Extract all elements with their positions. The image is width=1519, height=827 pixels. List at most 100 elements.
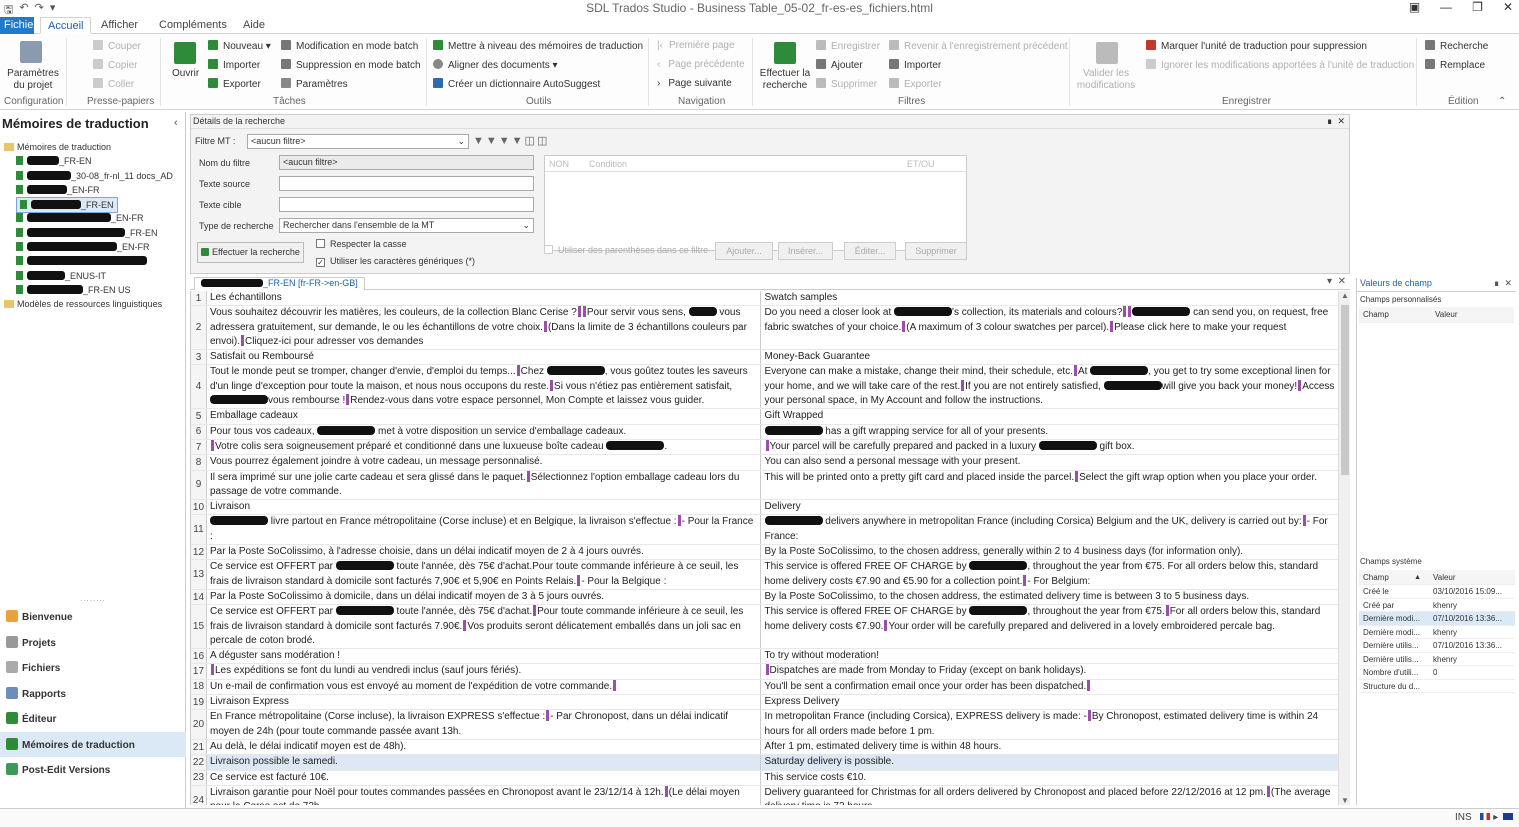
source-segment[interactable]: Il sera imprimé sur une jolie carte cade… <box>207 470 761 500</box>
tree-item[interactable] <box>4 254 184 268</box>
pane-pin-icons[interactable]: ∎ ✕ <box>1494 278 1512 289</box>
autosuggest-button[interactable]: Créer un dictionnaire AutoSuggest <box>433 78 600 91</box>
nav-projects[interactable]: Projets <box>0 630 186 656</box>
save-filter-button[interactable]: Enregistrer <box>816 40 880 53</box>
tu-row[interactable]: 13 Ce service est OFFERT par toute l'anné… <box>191 560 1338 590</box>
system-field-row[interactable]: Structure du d... <box>1359 680 1515 693</box>
source-segment[interactable]: Par la Poste SoColissimo à domicile, dan… <box>207 589 761 605</box>
tu-row[interactable]: 20 En France métropolitaine (Corse inclus… <box>191 710 1338 740</box>
tu-row[interactable]: 21 Au delà, le délai indicatif moyen est … <box>191 739 1338 756</box>
tu-row[interactable]: 1 Les échantillons Swatch samples <box>191 291 1338 307</box>
tu-row[interactable]: 6 Pour tous vos cadeaux, met à votre disp… <box>191 424 1339 440</box>
system-field-row[interactable]: Dernière utilis... khenry <box>1359 653 1515 666</box>
tu-row[interactable]: 23 Ce service est facturé 10€. This servic… <box>191 770 1339 786</box>
source-segment[interactable]: Satisfait ou Remboursé <box>207 350 761 365</box>
tab-help[interactable]: Aide <box>236 17 272 34</box>
pane-pin-icons[interactable]: ∎ ✕ <box>1327 116 1345 127</box>
tree-item[interactable]: _EN-FR <box>4 183 184 197</box>
system-field-row[interactable]: Dernière modi... khenry <box>1359 626 1515 639</box>
close-button[interactable]: ✕ <box>1503 0 1513 14</box>
ignore-changes-button[interactable]: Ignorer les modifications apportées à l'… <box>1146 59 1414 72</box>
source-segment[interactable]: Tout le monde peut se tromper, changer d… <box>207 365 761 409</box>
target-segment[interactable]: Dispatches are made from Monday to Frida… <box>761 664 1339 678</box>
tab-home[interactable]: Accueil <box>40 17 92 34</box>
target-segment[interactable]: This service costs €10. <box>761 771 1339 785</box>
run-search-small-button[interactable]: Effectuer la recherche <box>197 242 304 263</box>
source-segment[interactable]: Ce service est facturé 10€. <box>207 770 761 785</box>
source-segment[interactable]: Livraison garantie pour Noël pour toutes… <box>207 785 761 805</box>
source-segment[interactable]: En France métropolitaine (Corse incluse)… <box>207 710 761 739</box>
copy-button[interactable]: Copier <box>93 59 137 72</box>
validate-changes-button[interactable]: Valider les modifications <box>1074 68 1138 92</box>
help-icon[interactable]: ▣ <box>1409 0 1420 14</box>
source-segment[interactable]: A déguster sans modération ! <box>207 649 761 664</box>
source-segment[interactable]: livre partout en France métropolitaine (… <box>207 515 761 545</box>
next-page-button[interactable]: › Page suivante <box>657 78 732 90</box>
tu-row[interactable]: 5 Emballage cadeaux Gift Wrapped <box>191 409 1338 425</box>
tree-lrt[interactable]: Modèles de ressources linguistiques <box>4 297 184 311</box>
tu-row[interactable]: 19 Livraison Express Express Delivery <box>191 695 1338 711</box>
source-segment[interactable]: Ce service est OFFERT par toute l'année,… <box>207 560 761 589</box>
tu-row[interactable]: 14 Par la Poste SoColissimo à domicile, d… <box>191 589 1339 606</box>
parentheses-checkbox[interactable]: Utiliser des parenthèses dans ce filtre <box>544 245 708 255</box>
revert-record-button[interactable]: Revenir à l'enregistrement précédent <box>889 40 1068 53</box>
system-field-row[interactable]: Créé par khenry <box>1359 599 1515 612</box>
system-field-row[interactable]: Dernière modi... 07/10/2016 13:36... <box>1359 612 1515 626</box>
tab-addins[interactable]: Compléments <box>152 17 234 34</box>
target-segment[interactable]: has a gift wrapping service for all of y… <box>761 425 1339 439</box>
tu-row[interactable]: 2 Vous souhaitez découvrir les matières, … <box>191 306 1338 351</box>
tu-row[interactable]: 24 Livraison garantie pour Noël pour tout… <box>191 785 1338 805</box>
project-settings-button[interactable]: Paramètres du projet <box>6 68 60 92</box>
source-segment[interactable]: Au delà, le délai indicatif moyen est de… <box>207 739 761 755</box>
sort-asc-icon[interactable]: ▲ <box>1414 570 1421 584</box>
tm-editor-tab[interactable]: _FR-EN [fr-FR->en-GB] <box>194 277 365 290</box>
nav-translation-memories[interactable]: Mémoires de traduction <box>0 731 186 757</box>
target-segment[interactable]: This will be printed onto a pretty gift … <box>761 470 1339 500</box>
nav-files[interactable]: Fichiers <box>0 655 186 681</box>
target-segment[interactable]: Saturday delivery is possible. <box>761 755 1339 769</box>
minimize-button[interactable]: — <box>1440 0 1452 14</box>
system-field-row[interactable]: Dernière utilis... 07/10/2016 13:36... <box>1359 639 1515 653</box>
add-filter-button[interactable]: Ajouter <box>816 59 863 72</box>
source-segment[interactable]: Livraison <box>207 500 761 515</box>
source-segment[interactable]: Vous souhaitez découvrir les matières, l… <box>207 306 761 350</box>
find-button[interactable]: Recherche <box>1425 40 1488 53</box>
tab-view[interactable]: Afficher <box>94 17 145 34</box>
run-search-button[interactable]: Effectuer la recherche <box>759 68 811 92</box>
tree-item[interactable]: _EN-FR <box>4 240 184 254</box>
open-button[interactable]: Ouvrir <box>172 68 199 80</box>
source-segment[interactable]: Un e-mail de confirmation vous est envoy… <box>207 679 761 695</box>
previous-page-button[interactable]: ‹ Page précédente <box>657 59 745 71</box>
add-condition-button[interactable]: Ajouter... <box>715 242 773 260</box>
new-button[interactable]: Nouveau ▾ <box>208 40 271 53</box>
match-case-checkbox[interactable]: Respecter la casse <box>316 239 407 249</box>
tree-item[interactable]: _FR-EN US <box>4 283 184 297</box>
target-segment[interactable]: By la Poste SoColissimo, to the chosen a… <box>761 590 1339 604</box>
nav-post-edit-versions[interactable]: Post-Edit Versions <box>0 757 186 783</box>
upgrade-tm-button[interactable]: Mettre à niveau des mémoires de traducti… <box>433 40 643 53</box>
target-segment[interactable]: By la Poste SoColissimo, to the chosen a… <box>761 545 1339 559</box>
tree-item[interactable]: _ENUS-IT <box>4 269 184 283</box>
filter-select[interactable]: <aucun filtre> ⌄ <box>247 134 469 149</box>
export-filter-button[interactable]: Exporter <box>889 78 942 91</box>
batch-delete-button[interactable]: Suppression en mode batch <box>281 59 421 72</box>
align-documents-button[interactable]: Aligner des documents ▾ <box>433 59 558 72</box>
tu-row[interactable]: 15 Ce service est OFFERT par toute l'anné… <box>191 605 1338 650</box>
source-segment[interactable]: Pour tous vos cadeaux, met à votre dispo… <box>207 424 761 439</box>
first-page-button[interactable]: |‹ Première page <box>657 40 735 52</box>
tu-row[interactable]: 7 Votre colis sera soigneusement préparé … <box>191 439 1338 456</box>
target-segment[interactable]: You can also send a personal message wit… <box>761 455 1339 469</box>
delete-condition-button[interactable]: Supprimer <box>905 242 967 260</box>
tu-row[interactable]: 16 A déguster sans modération ! To try wit… <box>191 649 1338 665</box>
insert-condition-button[interactable]: Insérer... <box>778 242 833 260</box>
tu-row[interactable]: 18 Un e-mail de confirmation vous est env… <box>191 679 1338 696</box>
delete-filter-button[interactable]: Supprimer <box>816 78 877 91</box>
source-segment[interactable]: Les échantillons <box>207 291 761 306</box>
filter-name-field[interactable]: <aucun filtre> <box>279 155 534 170</box>
tree-item[interactable]: _FR-EN <box>4 154 184 168</box>
collapse-ribbon-icon[interactable]: ⌃ <box>1498 96 1506 108</box>
target-segment[interactable]: Money-Back Guarantee <box>761 350 1339 364</box>
export-button[interactable]: Exporter <box>208 78 261 91</box>
source-segment[interactable]: Les expéditions se font du lundi au vend… <box>207 664 761 679</box>
tree-item[interactable]: _EN-FR <box>4 211 184 225</box>
